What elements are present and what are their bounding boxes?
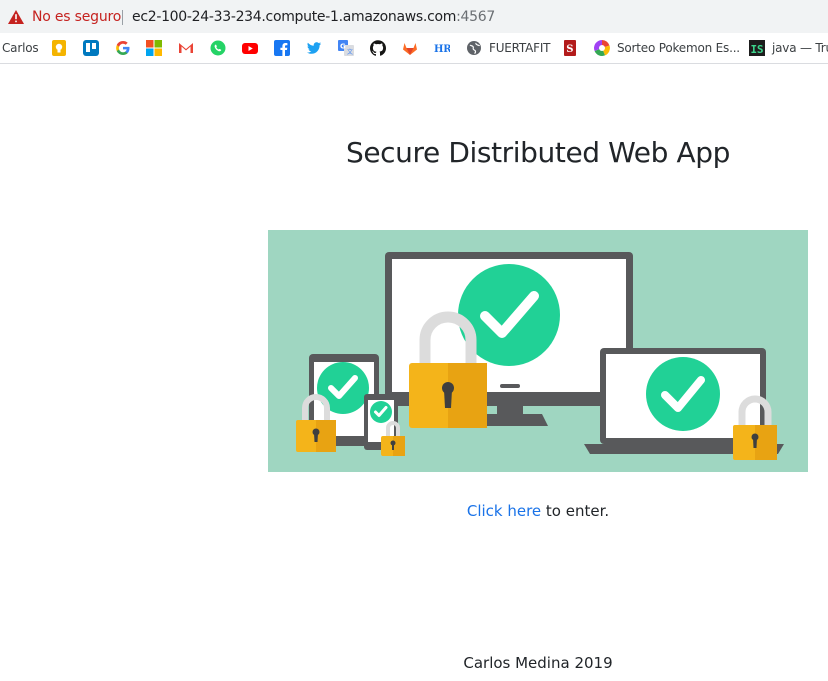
bookmark-java[interactable]: IS java — Tru bbox=[749, 33, 828, 63]
twitter-icon bbox=[307, 42, 321, 54]
gitlab-icon bbox=[403, 43, 417, 55]
gmail-icon bbox=[179, 43, 193, 53]
google-translate-icon: G文 bbox=[338, 40, 354, 56]
bookmark-hr[interactable]: HR bbox=[434, 33, 450, 63]
bookmark-whatsapp[interactable] bbox=[210, 33, 226, 63]
whatsapp-icon bbox=[210, 40, 226, 56]
bookmark-sorteo-pokemon[interactable]: Sorteo Pokemon Es... bbox=[594, 33, 740, 63]
svg-text:S: S bbox=[566, 44, 573, 55]
hero-image bbox=[268, 230, 808, 472]
bookmark-keep[interactable] bbox=[51, 33, 67, 63]
svg-text:HR: HR bbox=[434, 44, 450, 55]
bookmark-label: Carlos bbox=[2, 41, 39, 55]
keep-icon bbox=[52, 40, 66, 56]
google-icon bbox=[116, 41, 130, 55]
omnibox[interactable]: No es seguro ec2-100-24-33-234.compute-1… bbox=[0, 3, 828, 31]
bookmark-carlos[interactable]: Carlos bbox=[2, 33, 39, 63]
microsoft-icon bbox=[146, 40, 162, 56]
svg-text:文: 文 bbox=[347, 48, 353, 56]
click-here-link[interactable]: Click here bbox=[467, 502, 541, 520]
bookmark-label: FUERTAFIT bbox=[489, 41, 551, 55]
url-host: ec2-100-24-33-234.compute-1.amazonaws.co… bbox=[132, 9, 457, 25]
bookmark-gmail[interactable] bbox=[178, 33, 194, 63]
bookmark-scrapbook[interactable]: S bbox=[562, 33, 578, 63]
url-port: :4567 bbox=[456, 9, 495, 25]
bookmark-fuertafit[interactable]: FUERTAFIT bbox=[466, 33, 551, 63]
globe-icon bbox=[467, 41, 481, 55]
bookmark-facebook[interactable] bbox=[274, 33, 290, 63]
bookmarks-bar: Carlos G文 HR FUERTAFIT S Sorteo Pokemon … bbox=[0, 33, 828, 64]
bookmark-github[interactable] bbox=[370, 33, 386, 63]
security-status-label[interactable]: No es seguro bbox=[32, 9, 121, 25]
bookmark-gitlab[interactable] bbox=[402, 33, 418, 63]
bookmark-twitter[interactable] bbox=[306, 33, 322, 63]
hr-icon: HR bbox=[434, 44, 450, 55]
trello-icon bbox=[83, 40, 99, 56]
scrapbook-icon: S bbox=[564, 40, 576, 56]
bookmark-microsoft[interactable] bbox=[146, 33, 162, 63]
page-title: Secure Distributed Web App bbox=[345, 136, 730, 169]
omnibox-separator bbox=[122, 10, 123, 25]
url-field[interactable]: ec2-100-24-33-234.compute-1.amazonaws.co… bbox=[132, 9, 495, 25]
pokemon-icon bbox=[594, 40, 610, 56]
bookmark-label: java — Tru bbox=[772, 41, 828, 55]
youtube-icon bbox=[242, 43, 258, 54]
footer-text: Carlos Medina 2019 bbox=[463, 654, 613, 672]
warning-icon[interactable] bbox=[8, 10, 24, 24]
svg-text:IS: IS bbox=[751, 43, 764, 56]
bookmark-trello[interactable] bbox=[83, 33, 99, 63]
facebook-icon bbox=[274, 40, 290, 56]
bookmark-google-translate[interactable]: G文 bbox=[338, 33, 354, 63]
enter-prompt-suffix: to enter. bbox=[541, 502, 610, 520]
browser-address-bar: No es seguro ec2-100-24-33-234.compute-1… bbox=[0, 0, 828, 33]
github-icon bbox=[370, 40, 386, 56]
enter-prompt: Click here to enter. bbox=[268, 502, 808, 520]
js-icon: IS bbox=[749, 40, 765, 56]
svg-text:G: G bbox=[340, 43, 346, 51]
bookmark-label: Sorteo Pokemon Es... bbox=[617, 41, 740, 55]
bookmark-google[interactable] bbox=[115, 33, 131, 63]
bookmark-youtube[interactable] bbox=[242, 33, 258, 63]
